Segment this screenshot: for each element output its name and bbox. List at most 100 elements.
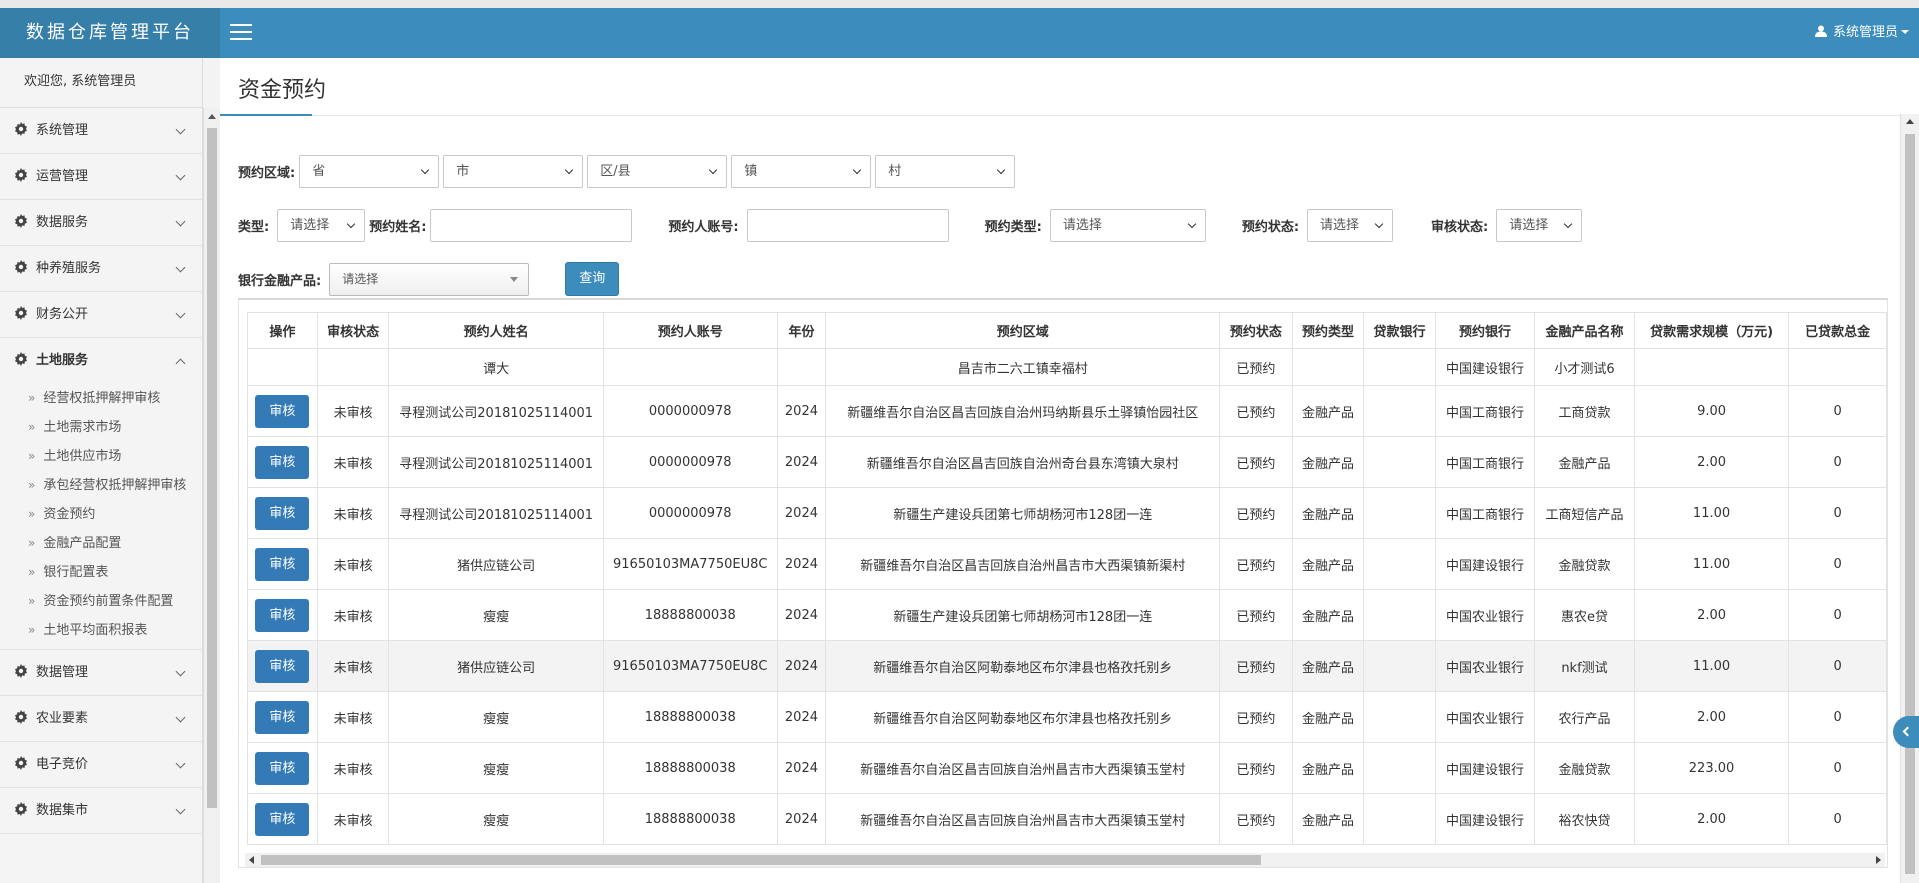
chevron-down-icon [175, 216, 186, 227]
table-cell: 新疆维吾尔自治区阿勒泰地区布尔津县也格孜托别乡 [825, 691, 1221, 743]
gear-icon [15, 802, 27, 816]
table-cell: 寻程测试公司20181025114001 [388, 487, 604, 539]
name-label: 预约姓名: [369, 219, 427, 235]
query-button[interactable]: 查询 [565, 262, 620, 296]
sidebar-item[interactable]: 系统管理 [0, 108, 202, 154]
main-content: 资金预约 预约区域: 省 市 区/县 镇 村 类型: 请选择 预约姓名: 预约人… [220, 58, 1919, 883]
table-cell [1363, 640, 1436, 692]
district-select[interactable]: 区/县 [587, 154, 728, 188]
table-cell: 新疆维吾尔自治区阿勒泰地区布尔津县也格孜托别乡 [825, 640, 1221, 692]
side-panel-toggle[interactable] [1893, 716, 1919, 748]
table-cell: 11.00 [1633, 538, 1790, 590]
table-cell: 2024 [776, 538, 827, 590]
town-select[interactable]: 镇 [731, 154, 872, 188]
submenu-item[interactable]: » 资金预约 [0, 500, 202, 529]
table-cell: 新疆维吾尔自治区昌吉回族自治州昌吉市大西渠镇新渠村 [825, 538, 1221, 590]
table-cell: 已预约 [1219, 385, 1293, 437]
filter-row-2: 类型: 请选择 预约姓名: 预约人账号: 预约类型: 请选择 预约状态: 请选择… [238, 208, 1583, 242]
sidebar-item[interactable]: 数据服务 [0, 200, 202, 246]
table-cell: 中国工商银行 [1434, 385, 1536, 437]
table-cell: 金融产品 [1291, 487, 1365, 539]
booking-type-select[interactable]: 请选择 [1049, 208, 1206, 242]
column-header: 操作 [247, 312, 318, 349]
submenu-item[interactable]: » 资金预约前置条件配置 [0, 587, 202, 616]
sidebar-item-label: 电子竞价 [36, 757, 89, 772]
table-cell: 2024 [776, 640, 827, 692]
table-cell: 中国建设银行 [1434, 742, 1536, 794]
city-select[interactable]: 市 [443, 154, 584, 188]
submenu-item-label: 土地需求市场 [43, 420, 122, 435]
table-cell: 中国农业银行 [1434, 640, 1536, 692]
booking-status-select[interactable]: 请选择 [1307, 208, 1394, 242]
user-menu[interactable]: 系统管理员 [1814, 8, 1909, 58]
submenu-item[interactable]: » 土地平均面积报表 [0, 616, 202, 645]
sidebar-item[interactable]: 运营管理 [0, 154, 202, 200]
town-value: 镇 [744, 163, 758, 179]
double-chevron-right-icon: » [28, 478, 36, 492]
chevron-down-icon [420, 165, 430, 174]
table-cell: 瘦瘦 [388, 742, 604, 794]
table-cell: 未审核 [316, 742, 390, 794]
table-cell: 未审核 [316, 538, 390, 590]
sidebar-item[interactable]: 电子竞价 [0, 742, 202, 788]
sidebar-item-label: 财务公开 [36, 307, 89, 322]
sidebar-item[interactable]: 数据管理 [0, 650, 202, 696]
table-cell: 2024 [776, 385, 827, 437]
sidebar-item[interactable]: 数据集市 [0, 788, 202, 834]
name-input[interactable] [430, 208, 633, 242]
page-header: 资金预约 [220, 58, 1919, 116]
action-cell: 审核 [247, 691, 318, 743]
table-cell: 新疆生产建设兵团第七师胡杨河市128团一连 [825, 589, 1221, 641]
province-select[interactable]: 省 [299, 154, 440, 188]
audit-button[interactable]: 审核 [255, 751, 310, 785]
booking-type-label: 预约类型: [984, 219, 1042, 235]
sidebar-item-land-service[interactable]: 土地服务 [0, 338, 202, 384]
submenu-item[interactable]: » 金融产品配置 [0, 529, 202, 558]
audit-button[interactable]: 审核 [255, 802, 310, 836]
table-cell [1291, 348, 1365, 386]
table-cell [247, 348, 318, 386]
account-input[interactable] [746, 208, 949, 242]
horizontal-scrollbar[interactable] [245, 853, 1885, 867]
table-cell: 已预约 [1219, 793, 1293, 845]
page-scrollbar[interactable] [1900, 114, 1919, 883]
table-cell: 未审核 [316, 385, 390, 437]
audit-button[interactable]: 审核 [255, 700, 310, 734]
chevron-down-icon [564, 165, 574, 174]
title-underline [220, 114, 312, 116]
sidebar-scrollbar[interactable] [203, 108, 220, 883]
gear-icon [15, 710, 27, 724]
table-cell: 0 [1788, 793, 1887, 845]
audit-button[interactable]: 审核 [255, 649, 310, 683]
product-select[interactable]: 请选择 [329, 262, 530, 296]
sidebar-item-label: 系统管理 [36, 123, 89, 138]
table-cell: 2024 [776, 589, 827, 641]
table-cell: 2024 [776, 436, 827, 488]
table-cell [1363, 793, 1436, 845]
sidebar-item[interactable]: 农业要素 [0, 696, 202, 742]
submenu-item[interactable]: » 承包经营权抵押解押审核 [0, 471, 202, 500]
audit-button[interactable]: 审核 [255, 496, 310, 530]
audit-status-select[interactable]: 请选择 [1496, 208, 1583, 242]
table-row: 审核 未审核 猪供应链公司 91650103MA7750EU8C 2024 新疆维吾尔自治… [247, 640, 1887, 692]
account-label: 预约人账号: [668, 219, 739, 235]
audit-button[interactable]: 审核 [255, 598, 310, 632]
sidebar-item[interactable]: 财务公开 [0, 292, 202, 338]
type-select[interactable]: 请选择 [277, 208, 366, 242]
submenu-item[interactable]: » 经营权抵押解押审核 [0, 384, 202, 413]
audit-button[interactable]: 审核 [255, 394, 310, 428]
audit-button[interactable]: 审核 [255, 547, 310, 581]
submenu-item[interactable]: » 银行配置表 [0, 558, 202, 587]
village-value: 村 [888, 163, 902, 179]
region-label: 预约区域: [238, 165, 296, 181]
table-cell: 金融产品 [1291, 793, 1365, 845]
table-cell: 中国建设银行 [1434, 348, 1536, 386]
action-cell: 审核 [247, 742, 318, 794]
submenu-item[interactable]: » 土地需求市场 [0, 413, 202, 442]
village-select[interactable]: 村 [875, 154, 1016, 188]
audit-button[interactable]: 审核 [255, 445, 310, 479]
submenu-item[interactable]: » 土地供应市场 [0, 442, 202, 471]
menu-icon[interactable] [230, 24, 252, 42]
sidebar-item[interactable]: 种养殖服务 [0, 246, 202, 292]
table-cell: 已预约 [1219, 691, 1293, 743]
